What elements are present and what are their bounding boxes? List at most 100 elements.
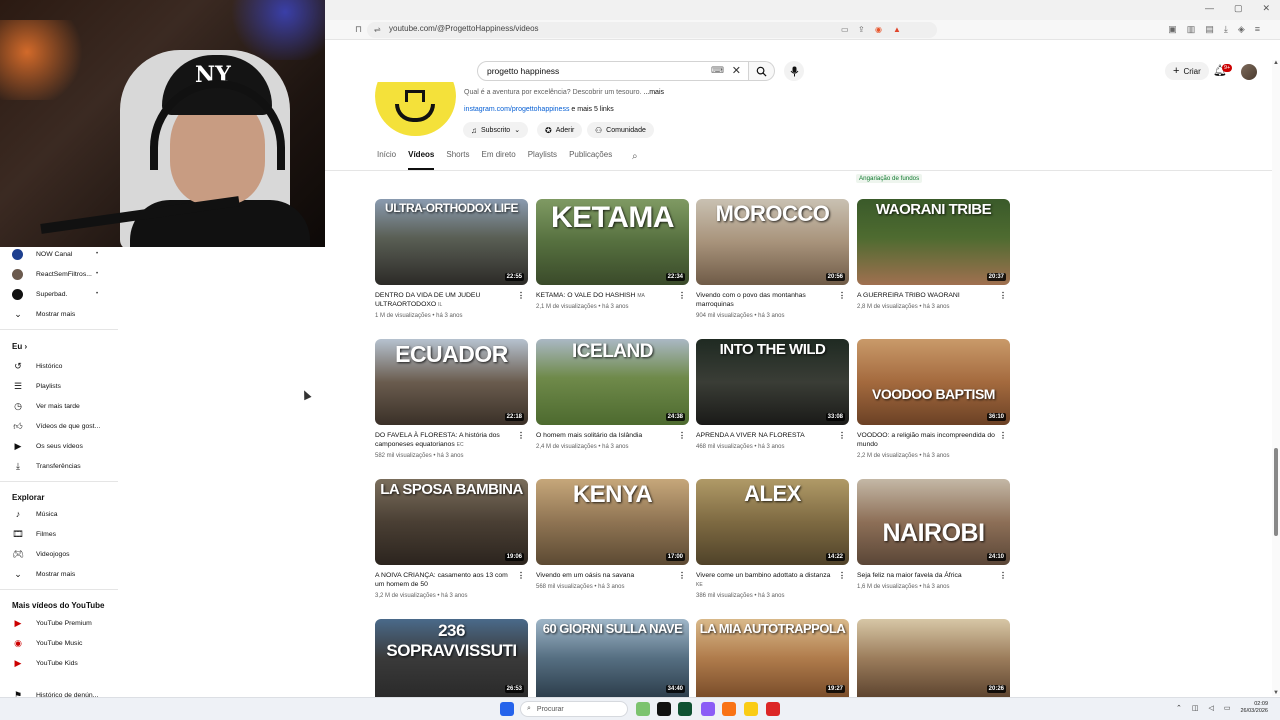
windows-start-icon[interactable] xyxy=(500,702,514,716)
video-card[interactable]: 60 GIORNI SULLA NAVE 34:40 xyxy=(536,619,689,697)
video-title[interactable]: APRENDA A VIVER NA FLORESTA xyxy=(696,431,838,440)
tab-videos[interactable]: Vídeos xyxy=(408,150,435,170)
sidebar-item-downloads[interactable]: ⤓ Transferências xyxy=(12,459,81,473)
more-links[interactable]: e mais 5 links xyxy=(571,106,613,113)
video-thumbnail[interactable]: INTO THE WILD 33:08 xyxy=(696,339,849,425)
video-thumbnail[interactable]: ULTRA-ORTHODOX LIFE 22:55 xyxy=(375,199,528,285)
more-options-icon[interactable]: ⋮ xyxy=(517,571,525,580)
instagram-link[interactable]: instagram.com/progettohappiness xyxy=(464,106,569,113)
video-thumbnail[interactable]: MOROCCO 20:56 xyxy=(696,199,849,285)
clear-search-icon[interactable]: ✕ xyxy=(732,64,741,77)
scrollbar-thumb[interactable] xyxy=(1274,448,1278,536)
subscribed-button[interactable]: ♫ Subscrito ⌄ xyxy=(463,122,529,138)
rewards-icon[interactable]: ▲ xyxy=(893,25,901,34)
shield-icon[interactable]: ◉ xyxy=(875,25,882,34)
channel-search-icon[interactable]: ⌕ xyxy=(632,151,638,162)
video-card[interactable]: ULTRA-ORTHODOX LIFE 22:55 DENTRO DA VIDA D… xyxy=(375,199,528,329)
keyboard-icon[interactable]: ⌨ xyxy=(711,65,724,76)
video-title[interactable]: O homem mais solitário da Islândia xyxy=(536,431,678,440)
app-icon[interactable] xyxy=(657,702,671,716)
video-card[interactable]: ALEX 14:22 Vivere come un bambino adottato… xyxy=(696,479,849,609)
more-options-icon[interactable]: ⋮ xyxy=(678,431,686,440)
more-options-icon[interactable]: ⋮ xyxy=(517,291,525,300)
video-thumbnail[interactable]: 60 GIORNI SULLA NAVE 34:40 xyxy=(536,619,689,697)
network-icon[interactable]: ◫ xyxy=(1192,704,1199,712)
battery-icon[interactable]: ▭ xyxy=(1224,704,1231,712)
sidebar-sub-reactsemfiltros[interactable]: ReactSemFiltros... xyxy=(12,267,92,281)
more-options-icon[interactable]: ⋮ xyxy=(999,571,1007,580)
channel-avatar[interactable] xyxy=(375,82,456,136)
sidebar-show-more-subs[interactable]: ⌄ Mostrar mais xyxy=(12,307,75,321)
more-options-icon[interactable]: ⋮ xyxy=(999,431,1007,440)
bookmark-icon[interactable]: ⊓ xyxy=(355,24,362,35)
chevron-up-icon[interactable]: ⌃ xyxy=(1176,704,1182,712)
video-title[interactable]: A GUERREIRA TRIBO WAORANI xyxy=(857,291,999,300)
minimize-button[interactable]: — xyxy=(1205,3,1214,14)
video-title[interactable]: KETAMA: O VALE DO HASHISH MA xyxy=(536,291,678,301)
more-options-icon[interactable]: ⋮ xyxy=(678,291,686,300)
video-title[interactable]: Vivere come un bambino adottato a distan… xyxy=(696,571,838,590)
video-thumbnail[interactable]: LA SPOSA BAMBINA 19:06 xyxy=(375,479,528,565)
more-options-icon[interactable]: ⋮ xyxy=(678,571,686,580)
site-settings-icon[interactable]: ⇌ xyxy=(374,25,381,34)
scroll-up-arrow-icon[interactable]: ▲ xyxy=(1273,60,1279,66)
maximize-button[interactable]: ▢ xyxy=(1234,3,1243,14)
terminal-icon[interactable] xyxy=(678,702,692,716)
video-thumbnail[interactable]: ICELAND 24:38 xyxy=(536,339,689,425)
video-title[interactable]: VOODOO: a religião mais incompreendida d… xyxy=(857,431,999,449)
video-thumbnail[interactable]: 20:26 xyxy=(857,619,1010,697)
video-card[interactable]: 236 SOPRAVVISSUTI 26:53 xyxy=(375,619,528,697)
sidebar-item-gaming[interactable]: 🎮︎ Videojogos xyxy=(12,547,69,561)
video-card[interactable]: KENYA 17:00 Vivendo em um oásis na savana … xyxy=(536,479,689,609)
video-thumbnail[interactable]: ECUADOR 22:18 xyxy=(375,339,528,425)
video-card[interactable]: WAORANI TRIBE 20:37 A GUERREIRA TRIBO WAOR… xyxy=(857,199,1010,329)
video-card[interactable]: ICELAND 24:38 O homem mais solitário da Is… xyxy=(536,339,689,469)
tab-home[interactable]: Início xyxy=(377,150,396,168)
tabs-icon[interactable]: ▤ xyxy=(1205,24,1214,35)
video-thumbnail[interactable]: ALEX 14:22 xyxy=(696,479,849,565)
more-options-icon[interactable]: ⋮ xyxy=(838,571,846,580)
create-button[interactable]: + Criar xyxy=(1165,62,1209,80)
vpn-icon[interactable]: ◈ xyxy=(1238,24,1245,35)
video-thumbnail[interactable]: KENYA 17:00 xyxy=(536,479,689,565)
brave-icon[interactable] xyxy=(722,702,736,716)
sidebar-item-kids[interactable]: ▶ YouTube Kids xyxy=(12,656,78,670)
video-card[interactable]: 20:26 xyxy=(857,619,1010,697)
video-thumbnail[interactable]: NAIROBI 24:10 xyxy=(857,479,1010,565)
video-title[interactable]: A NOIVA CRIANÇA: casamento aos 13 com um… xyxy=(375,571,517,589)
more-options-icon[interactable]: ⋮ xyxy=(838,431,846,440)
sidebar-sub-now-canal[interactable]: NOW Canal xyxy=(12,247,72,261)
sidebar-item-watch-later[interactable]: ◷ Ver mais tarde xyxy=(12,399,80,413)
video-card[interactable]: NAIROBI 24:10 Seja feliz na maior favela d… xyxy=(857,479,1010,609)
user-avatar[interactable] xyxy=(1241,64,1257,80)
opera-icon[interactable] xyxy=(766,702,780,716)
widgets-icon[interactable] xyxy=(636,702,650,716)
volume-icon[interactable]: ◁ xyxy=(1208,704,1213,712)
more-options-icon[interactable]: ⋮ xyxy=(517,431,525,440)
join-button[interactable]: ✪ Aderir xyxy=(537,122,583,138)
video-thumbnail[interactable]: KETAMA 22:34 xyxy=(536,199,689,285)
sidebar-show-more-explore[interactable]: ⌄ Mostrar mais xyxy=(12,567,75,581)
tab-shorts[interactable]: Shorts xyxy=(446,150,469,168)
sidebar-sub-superbad[interactable]: Superbad. xyxy=(12,287,67,301)
video-title[interactable]: DENTRO DA VIDA DE UM JUDEU ULTRAORTODOXO… xyxy=(375,291,517,310)
video-card[interactable]: LA MIA AUTOTRAPPOLA 19:27 xyxy=(696,619,849,697)
video-title[interactable]: Seja feliz na maior favela da África xyxy=(857,571,999,580)
extension-icon[interactable]: ▣ xyxy=(1168,24,1177,35)
download-icon[interactable]: ⤓ xyxy=(1224,24,1228,35)
close-window-button[interactable]: ✕ xyxy=(1262,3,1270,14)
video-title[interactable]: DO FAVELA À FLORESTA: A história dos cam… xyxy=(375,431,517,450)
video-thumbnail[interactable]: LA MIA AUTOTRAPPOLA 19:27 xyxy=(696,619,849,697)
description-more-link[interactable]: ...mais xyxy=(643,89,664,96)
video-thumbnail[interactable]: VOODOO BAPTISM 36:10 xyxy=(857,339,1010,425)
video-card[interactable]: MOROCCO 20:56 Vivendo com o povo das monta… xyxy=(696,199,849,329)
screen-icon[interactable]: ▭ xyxy=(841,25,849,34)
sidebar-you-heading[interactable]: Eu › xyxy=(12,342,27,351)
sidebar-item-premium[interactable]: ▶ YouTube Premium xyxy=(12,616,92,630)
voice-search-button[interactable] xyxy=(784,61,804,81)
sidebar-item-history[interactable]: ↺ Histórico xyxy=(12,359,62,373)
chrome-icon[interactable] xyxy=(744,702,758,716)
share-icon[interactable]: ⇪ xyxy=(858,25,865,34)
more-options-icon[interactable]: ⋮ xyxy=(999,291,1007,300)
video-card[interactable]: INTO THE WILD 33:08 APRENDA A VIVER NA FLO… xyxy=(696,339,849,469)
